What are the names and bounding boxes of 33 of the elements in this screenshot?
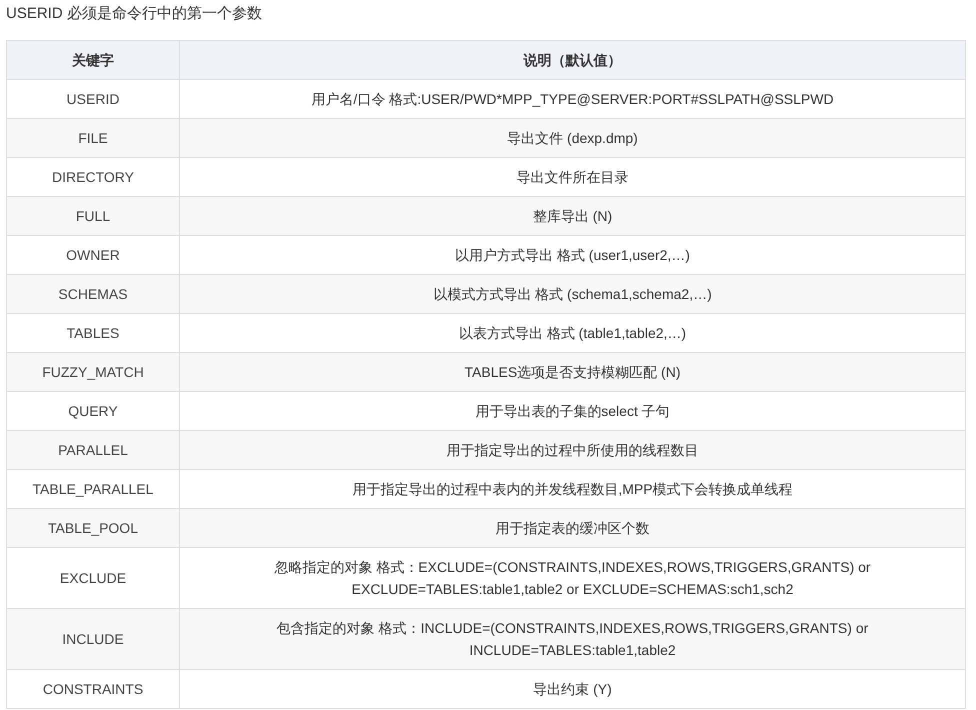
table-cell: 以表方式导出 格式 (table1,table2,…) <box>180 314 966 352</box>
table-cell: 以用户方式导出 格式 (user1,user2,…) <box>180 236 966 274</box>
intro-text: USERID 必须是命令行中的第一个参数 <box>6 4 263 24</box>
table-cell: CONSTRAINTS <box>6 670 180 708</box>
table-cell: INCLUDE <box>6 608 180 670</box>
table-cell: 用户名/口令 格式:USER/PWD*MPP_TYPE@SERVER:PORT#SSLPATH@SSLPWD <box>180 80 966 118</box>
table-cell: 忽略指定的对象 格式：EXCLUDE=(CONSTRAINTS,INDEXES,ROWS,TRIGGERS,GRANTS) or EXCLUDE=TABLES:table1,table2 or EXCLUDE=SCHEMAS:sch1,sch2 <box>180 548 966 608</box>
table-cell: 用于指定导出的过程中表内的并发线程数目,MPP模式下会转换成单线程 <box>180 470 966 508</box>
table-cell: 用于指定表的缓冲区个数 <box>180 508 966 548</box>
table-cell: 导出文件所在目录 <box>180 158 966 196</box>
table-cell: TABLE_PARALLEL <box>6 470 180 508</box>
table-cell: FULL <box>6 196 180 236</box>
table-cell: 导出约束 (Y) <box>180 670 966 708</box>
table-cell: 包含指定的对象 格式：INCLUDE=(CONSTRAINTS,INDEXES,ROWS,TRIGGERS,GRANTS) or INCLUDE=TABLES:table1,table2 <box>180 608 966 670</box>
table-cell: 导出文件 (dexp.dmp) <box>180 118 966 158</box>
column-header: 说明（默认值） <box>180 40 966 80</box>
table-cell: SCHEMAS <box>6 274 180 314</box>
column-header: 关键字 <box>6 40 180 80</box>
table-cell: TABLES选项是否支持模糊匹配 (N) <box>180 352 966 392</box>
table-cell: QUERY <box>6 392 180 430</box>
table-cell: EXCLUDE <box>6 548 180 608</box>
table-cell: 整库导出 (N) <box>180 196 966 236</box>
table-cell: 用于导出表的子集的select 子句 <box>180 392 966 430</box>
table-cell: USERID <box>6 80 180 118</box>
table-cell: TABLES <box>6 314 180 352</box>
table-cell: FUZZY_MATCH <box>6 352 180 392</box>
table-cell: OWNER <box>6 236 180 274</box>
table-cell: PARALLEL <box>6 430 180 470</box>
table-cell: 用于指定导出的过程中所使用的线程数目 <box>180 430 966 470</box>
table-cell: FILE <box>6 118 180 158</box>
table-cell: 以模式方式导出 格式 (schema1,schema2,…) <box>180 274 966 314</box>
table-cell: TABLE_POOL <box>6 508 180 548</box>
table-cell: DIRECTORY <box>6 158 180 196</box>
